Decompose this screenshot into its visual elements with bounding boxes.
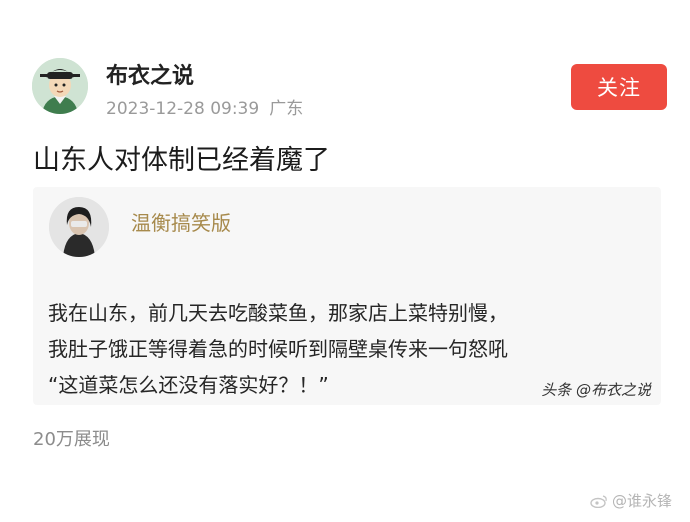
- weibo-logo-icon: [590, 494, 607, 508]
- post-text: 山东人对体制已经着魔了: [33, 145, 330, 176]
- cartoon-scholar-icon: [32, 58, 88, 114]
- follow-button[interactable]: 关注: [571, 64, 667, 110]
- quote-author-avatar: [49, 197, 109, 257]
- post-location: 广东: [269, 99, 304, 119]
- quote-line: 我肚子饿正等得着急的时候听到隔壁桌传来一句怒吼: [48, 337, 508, 361]
- view-count: 20万展现: [33, 429, 110, 450]
- person-photo-icon: [49, 197, 109, 257]
- post-timestamp: 2023-12-28 09:39: [106, 99, 260, 119]
- quote-author-name: 温衡搞笑版: [131, 211, 231, 235]
- quote-line: 我在山东，前几天去吃酸菜鱼，那家店上菜特别慢，: [48, 301, 508, 325]
- weibo-watermark: @谁永锋: [590, 490, 672, 511]
- quoted-post-image[interactable]: 温衡搞笑版 我在山东，前几天去吃酸菜鱼，那家店上菜特别慢， 我肚子饿正等得着急的…: [33, 187, 661, 405]
- quote-body: 我在山东，前几天去吃酸菜鱼，那家店上菜特别慢， 我肚子饿正等得着急的时候听到隔壁…: [48, 295, 508, 403]
- watermark-text: @谁永锋: [611, 492, 672, 510]
- source-watermark: 头条 @布衣之说: [541, 381, 651, 399]
- author-name[interactable]: 布衣之说: [106, 58, 194, 90]
- post-meta: 2023-12-28 09:39 广东: [106, 94, 303, 119]
- quote-line: “这道菜怎么还没有落实好？！”: [48, 373, 329, 397]
- author-avatar[interactable]: [32, 58, 88, 114]
